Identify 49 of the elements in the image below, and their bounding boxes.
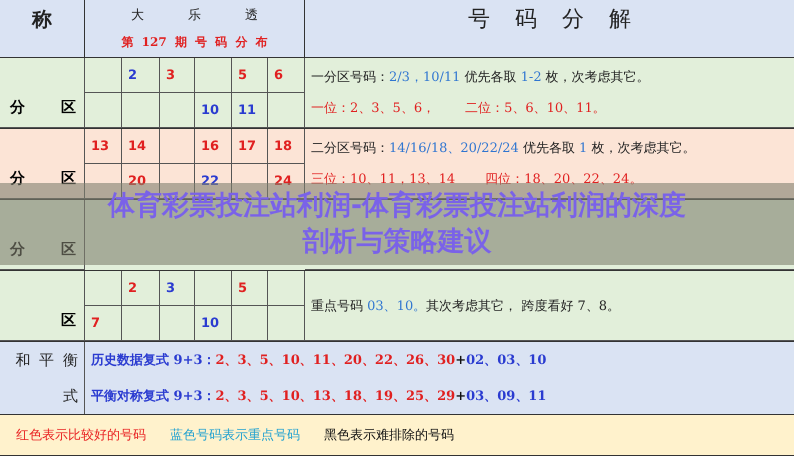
issue-title: 第 127 期 号 码 分 布 [121, 34, 268, 51]
empty-cell [160, 93, 195, 128]
analysis-line: 二分区号码：14/16/18、20/22/24 优先各取 1 枚，次考虑其它。 [311, 140, 696, 158]
number-cell: 18 [268, 129, 305, 164]
row-label: 式 [63, 386, 78, 406]
number-cell: 3 [160, 271, 195, 306]
number-cell: 5 [232, 271, 268, 306]
combo-line: 历史数据复式 9+3：2、3、5、10、11、20、22、26、30+02、03、10 [91, 352, 546, 369]
number-cell: 3 [160, 58, 195, 93]
empty-cell [160, 129, 195, 164]
analysis-line: 三位：10、11，13、14 四位：18、20、22、24。 [311, 170, 642, 188]
banner-title: 剖析与策略建议 [302, 225, 492, 259]
number-cell: 2 [122, 271, 160, 306]
game-title: 大 乐 透 [130, 7, 258, 24]
number-cell: 5 [232, 58, 268, 93]
analysis-line: 重点号码 03、10。其次考虑其它， 跨度看好 7、8。 [311, 298, 620, 314]
empty-cell [122, 93, 160, 128]
empty-cell [195, 58, 232, 93]
legend-text: 黑色表示难排除的号码 [324, 427, 454, 444]
analysis-line: 一分区号码：2/3，10/11 优先各取 1-2 枚，次考虑其它。 [311, 69, 650, 86]
empty-cell [122, 306, 160, 341]
empty-cell [160, 306, 195, 341]
legend-text: 红色表示比较好的号码 [16, 427, 146, 444]
zone-label: 分 [10, 169, 25, 188]
analysis-line: 一位：2、3、5、6， 二位：5、6、10、11。 [311, 100, 606, 117]
number-cell: 7 [85, 306, 122, 341]
zone-label: 区 [61, 98, 76, 117]
number-cell: 10 [195, 306, 232, 341]
analysis-title: 号 码 分 解 [468, 6, 631, 34]
row-label: 和 平 衡 [15, 350, 78, 370]
zone-label: 区 [61, 169, 76, 188]
zone-label: 分 [10, 98, 25, 117]
zone-label: 分 [10, 240, 25, 259]
number-cell: 11 [232, 93, 268, 128]
empty-cell [232, 306, 268, 341]
zone-label: 区 [61, 311, 76, 330]
empty-cell [195, 271, 232, 306]
number-cell: 13 [85, 129, 122, 164]
column-heading: 称 [32, 6, 52, 33]
number-cell: 2 [122, 58, 160, 93]
number-cell: 10 [195, 93, 232, 128]
number-cell: 17 [232, 129, 268, 164]
empty-cell [268, 271, 305, 306]
number-cell: 14 [122, 129, 160, 164]
legend-text: 蓝色号码表示重点号码 [170, 427, 300, 444]
number-cell: 6 [268, 58, 305, 93]
number-cell: 16 [195, 129, 232, 164]
zone-label: 区 [61, 240, 76, 259]
combo-line: 平衡对称复式 9+3：2、3、5、10、13、18、19、25、29+03、09、11 [91, 388, 546, 405]
